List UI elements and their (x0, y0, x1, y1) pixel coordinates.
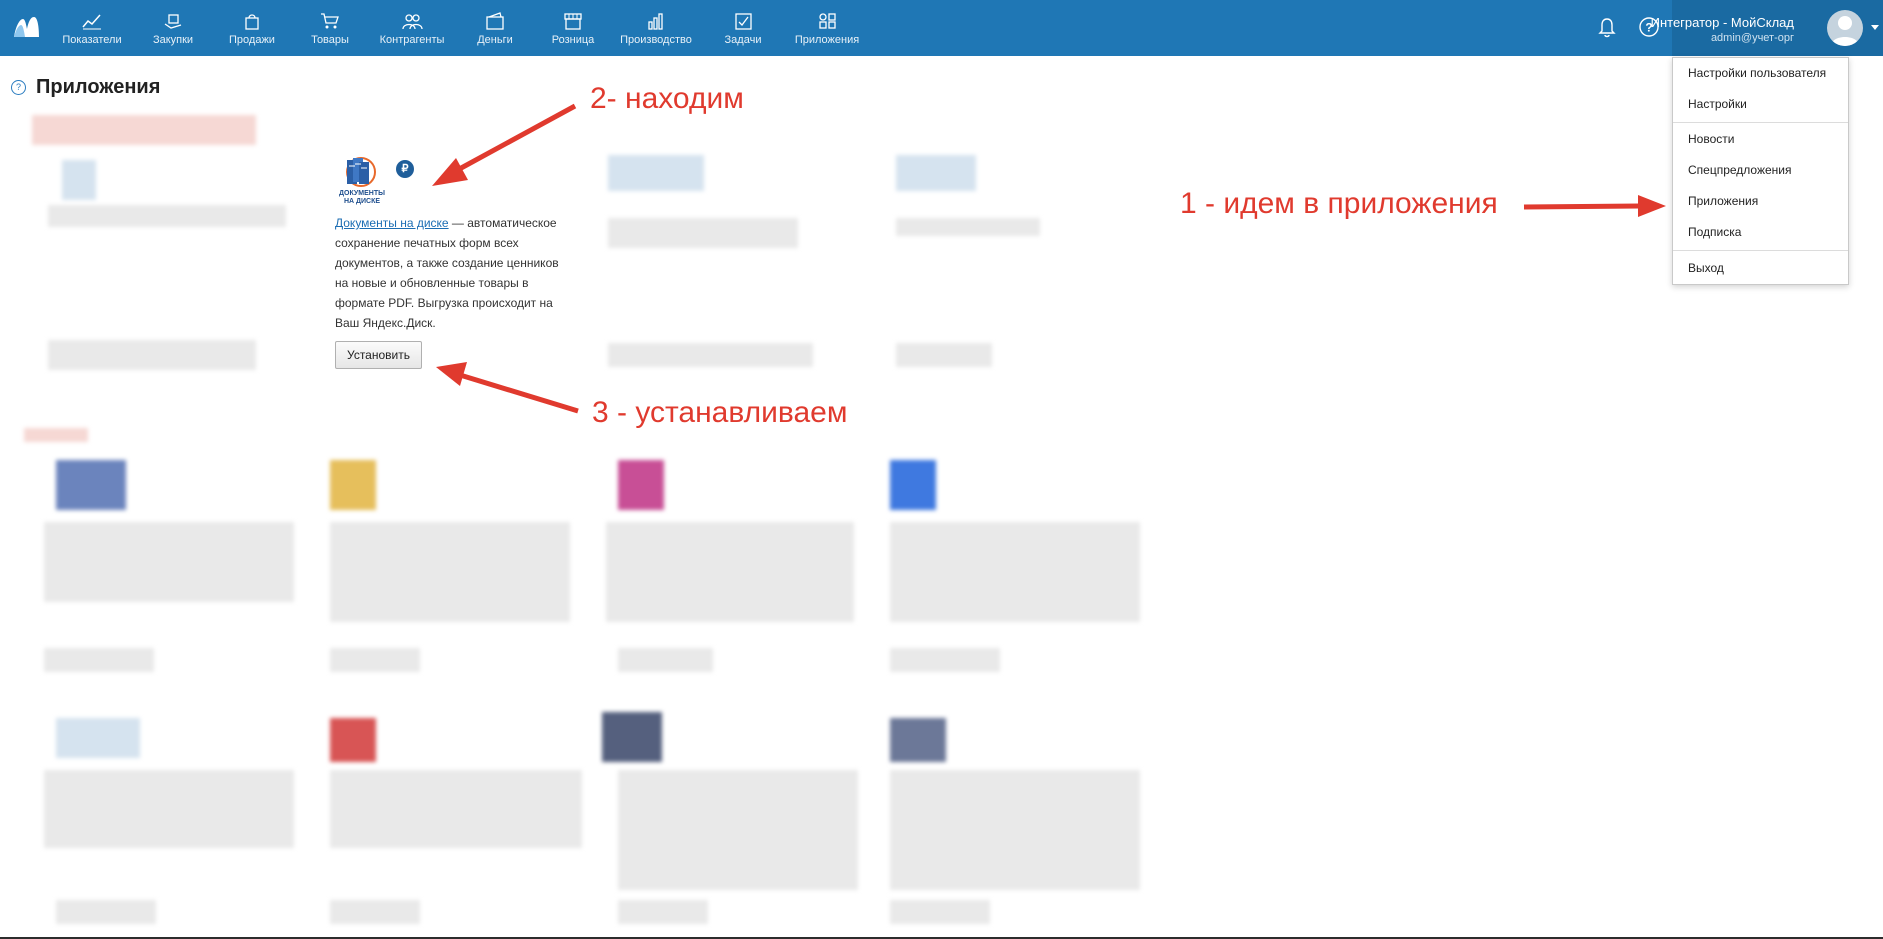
menu-item-subscription[interactable]: Подписка (1688, 225, 1741, 239)
top-navigation-bar: Показатели Закупки Продажи Товары Контра… (0, 0, 1883, 56)
nav-item-apps[interactable]: Приложения (792, 12, 862, 52)
menu-item-apps[interactable]: Приложения (1688, 194, 1758, 208)
blurred-section-heading (24, 428, 88, 442)
nav-label: Производство (620, 34, 692, 46)
annotation-step2: 2- находим (590, 82, 744, 115)
app-logo-text: ДОКУМЕНТЫ НА ДИСКЕ (339, 190, 385, 205)
install-button[interactable]: Установить (335, 341, 422, 369)
user-silhouette-icon (1831, 16, 1859, 46)
annotation-step1: 1 - идем в приложения (1180, 187, 1498, 220)
user-menu-toggle[interactable]: Интегратор - МойСклад admin@учет-орг (1651, 0, 1883, 56)
nav-item-purchases[interactable]: Закупки (146, 12, 200, 52)
nav-label: Показатели (62, 34, 122, 46)
shopping-bag-icon (245, 14, 259, 30)
nav-label: Товары (311, 34, 349, 46)
menu-item-settings[interactable]: Настройки (1688, 97, 1747, 111)
chevron-down-icon (1871, 25, 1879, 30)
apps-grid-icon (819, 13, 836, 29)
menu-item-logout[interactable]: Выход (1688, 261, 1724, 275)
annotation-step3: 3 - устанавливаем (592, 396, 848, 429)
nav-label: Контрагенты (379, 34, 445, 46)
store-icon (564, 13, 582, 30)
nav-item-retail[interactable]: Розница (548, 12, 598, 52)
nav-label: Розница (551, 34, 595, 46)
moysklad-logo-icon[interactable] (12, 15, 40, 39)
app-link[interactable]: Документы на диске (335, 216, 449, 230)
arrow-step3 (436, 362, 579, 414)
nav-item-products[interactable]: Товары (305, 12, 355, 52)
app-description: Документы на диске — автоматическое сохр… (335, 213, 575, 333)
nav-item-tasks[interactable]: Задачи (718, 12, 768, 52)
nav-item-counterparties[interactable]: Контрагенты (376, 12, 448, 52)
menu-item-user-settings[interactable]: Настройки пользователя (1688, 66, 1826, 80)
nav-item-production[interactable]: Производство (618, 12, 694, 52)
nav-label: Задачи (724, 34, 762, 46)
chart-line-icon (82, 14, 101, 30)
user-name: Интегратор - МойСклад (1650, 15, 1794, 30)
wallet-icon (486, 12, 504, 30)
people-icon (402, 14, 423, 30)
nav-label: Закупки (152, 34, 194, 46)
menu-item-special-offers[interactable]: Спецпредложения (1688, 163, 1792, 177)
nav-label: Деньги (477, 34, 513, 46)
bell-icon[interactable] (1596, 16, 1618, 38)
nav-item-sales[interactable]: Продажи (225, 12, 279, 52)
nav-label: Приложения (794, 34, 860, 46)
cart-icon (321, 13, 339, 29)
nav-item-money[interactable]: Деньги (470, 12, 520, 52)
avatar[interactable] (1827, 10, 1863, 46)
nav-item-indicators[interactable]: Показатели (60, 12, 124, 52)
menu-divider (1673, 250, 1848, 251)
page-title: Приложения (36, 76, 161, 98)
documents-on-disk-logo[interactable]: ДОКУМЕНТЫ НА ДИСКЕ (335, 154, 389, 206)
app-description-text: — автоматическое сохранение печатных фор… (335, 216, 559, 330)
task-check-icon (735, 13, 752, 30)
arrow-step2 (432, 103, 577, 186)
user-dropdown-menu: Настройки пользователя Настройки Новости… (1672, 57, 1849, 285)
menu-item-news[interactable]: Новости (1688, 132, 1734, 146)
user-email: admin@учет-орг (1710, 32, 1794, 44)
page-help-icon[interactable]: ? (11, 80, 26, 95)
arrow-step1 (1523, 195, 1666, 217)
paid-badge: ₽ (396, 160, 414, 178)
factory-icon (648, 13, 663, 30)
basket-hand-icon (164, 14, 182, 29)
nav-label: Продажи (229, 34, 275, 46)
menu-divider (1673, 122, 1848, 123)
